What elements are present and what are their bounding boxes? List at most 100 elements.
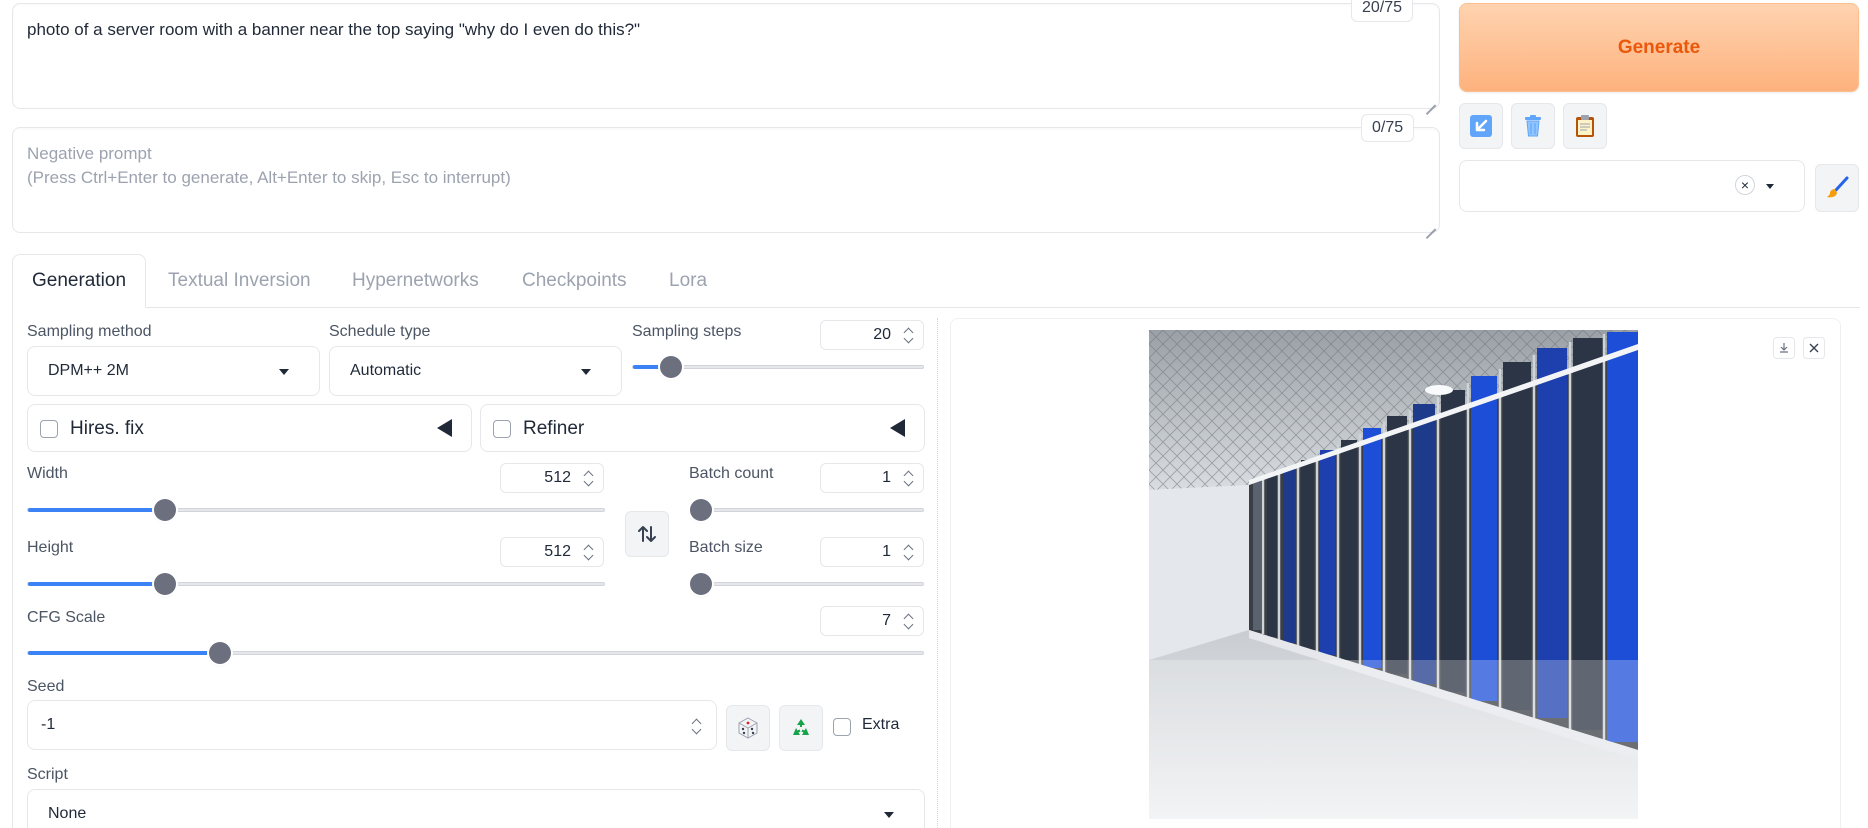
- prompt-textarea[interactable]: photo of a server room with a banner nea…: [12, 3, 1440, 109]
- refiner-checkbox[interactable]: [493, 420, 511, 438]
- sampling-steps-value: 20: [873, 326, 891, 343]
- batch-count-value: 1: [882, 469, 891, 486]
- trash-icon: [1525, 115, 1541, 137]
- tab-checkpoints[interactable]: Checkpoints: [522, 254, 627, 308]
- panel-divider: [937, 318, 938, 828]
- edit-styles-button[interactable]: [1815, 164, 1859, 212]
- sampling-steps-label: Sampling steps: [632, 323, 742, 340]
- sampling-method-dropdown[interactable]: DPM++ 2M: [27, 346, 320, 396]
- hires-fix-accordion[interactable]: Hires. fix: [27, 404, 472, 452]
- negative-prompt-placeholder-line2: (Press Ctrl+Enter to generate, Alt+Enter…: [27, 168, 511, 187]
- slider-handle[interactable]: [154, 499, 176, 521]
- seed-label: Seed: [27, 678, 65, 695]
- slider-handle[interactable]: [690, 499, 712, 521]
- close-icon: [1809, 343, 1819, 353]
- swap-arrows-icon: [638, 526, 656, 542]
- script-dropdown[interactable]: None: [27, 789, 925, 828]
- paintbrush-icon: [1827, 176, 1849, 198]
- stepper-arrows-icon[interactable]: [692, 718, 702, 734]
- cfg-scale-input[interactable]: 7: [820, 606, 924, 636]
- close-button[interactable]: [1803, 337, 1825, 359]
- sampling-method-value: DPM++ 2M: [48, 362, 129, 379]
- hires-fix-checkbox[interactable]: [40, 420, 58, 438]
- seed-value: -1: [41, 716, 56, 733]
- negative-prompt-placeholder-line1: Negative prompt: [27, 144, 152, 163]
- arrow-down-left-icon: [1470, 115, 1492, 137]
- paste-styles-button[interactable]: [1563, 103, 1607, 149]
- stepper-arrows-icon[interactable]: [904, 470, 914, 486]
- prompt-text: photo of a server room with a banner nea…: [27, 20, 641, 39]
- width-value: 512: [544, 469, 571, 486]
- chevron-down-icon: [1766, 184, 1774, 189]
- width-label: Width: [27, 465, 68, 482]
- download-button[interactable]: [1773, 337, 1795, 359]
- sampling-steps-input[interactable]: 20: [820, 320, 924, 350]
- read-params-button[interactable]: [1459, 103, 1503, 149]
- tab-lora[interactable]: Lora: [669, 254, 707, 308]
- generated-image[interactable]: [1149, 330, 1638, 819]
- swap-dimensions-button[interactable]: [625, 511, 669, 557]
- seed-input[interactable]: -1: [27, 700, 717, 750]
- chevron-down-icon: [884, 812, 894, 818]
- clear-prompt-button[interactable]: [1511, 103, 1555, 149]
- slider-handle[interactable]: [154, 573, 176, 595]
- width-input[interactable]: 512: [500, 463, 604, 493]
- stepper-arrows-icon[interactable]: [904, 613, 914, 629]
- schedule-type-value: Automatic: [350, 362, 422, 379]
- slider-handle[interactable]: [690, 573, 712, 595]
- resize-grip-icon[interactable]: [1425, 218, 1437, 230]
- batch-count-label: Batch count: [689, 465, 774, 482]
- batch-size-slider[interactable]: [689, 573, 924, 595]
- extra-label: Extra: [862, 716, 900, 733]
- slider-fill: [28, 508, 165, 512]
- height-value: 512: [544, 543, 571, 560]
- chevron-down-icon: [279, 369, 289, 375]
- clipboard-icon: [1576, 115, 1594, 137]
- slider-handle[interactable]: [209, 642, 231, 664]
- collapse-arrow-icon[interactable]: [437, 419, 452, 437]
- generate-button[interactable]: Generate: [1459, 3, 1859, 92]
- cfg-scale-value: 7: [882, 612, 891, 629]
- sampling-steps-slider[interactable]: [632, 356, 924, 378]
- width-slider[interactable]: [27, 499, 605, 521]
- height-label: Height: [27, 539, 74, 556]
- script-value: None: [48, 805, 87, 822]
- stepper-arrows-icon[interactable]: [904, 544, 914, 560]
- schedule-type-label: Schedule type: [329, 323, 431, 340]
- height-slider[interactable]: [27, 573, 605, 595]
- resize-grip-icon[interactable]: [1425, 94, 1437, 106]
- negative-prompt-token-counter: 0/75: [1361, 114, 1415, 142]
- dice-icon: [738, 717, 758, 739]
- chevron-down-icon: [581, 369, 591, 375]
- cfg-scale-slider[interactable]: [27, 642, 924, 664]
- collapse-arrow-icon[interactable]: [890, 419, 905, 437]
- batch-count-slider[interactable]: [689, 499, 924, 521]
- reuse-seed-button[interactable]: [779, 705, 823, 751]
- height-input[interactable]: 512: [500, 537, 604, 567]
- slider-fill: [28, 651, 220, 655]
- extra-checkbox[interactable]: [833, 718, 851, 736]
- batch-size-input[interactable]: 1: [820, 537, 924, 567]
- download-icon: [1780, 343, 1788, 353]
- prompt-token-counter: 20/75: [1351, 0, 1414, 22]
- stepper-arrows-icon[interactable]: [904, 327, 914, 343]
- styles-dropdown[interactable]: ×: [1459, 160, 1805, 212]
- batch-size-value: 1: [882, 543, 891, 560]
- hires-fix-label: Hires. fix: [70, 418, 144, 439]
- clear-icon[interactable]: ×: [1735, 175, 1755, 195]
- batch-size-label: Batch size: [689, 539, 763, 556]
- stepper-arrows-icon[interactable]: [584, 544, 594, 560]
- schedule-type-dropdown[interactable]: Automatic: [329, 346, 622, 396]
- random-seed-button[interactable]: [726, 705, 770, 751]
- slider-handle[interactable]: [660, 356, 682, 378]
- refiner-label: Refiner: [523, 418, 585, 439]
- tab-textual-inversion[interactable]: Textual Inversion: [168, 254, 311, 308]
- stepper-arrows-icon[interactable]: [584, 470, 594, 486]
- batch-count-input[interactable]: 1: [820, 463, 924, 493]
- script-label: Script: [27, 766, 68, 783]
- negative-prompt-textarea[interactable]: Negative prompt (Press Ctrl+Enter to gen…: [12, 127, 1440, 233]
- recycle-icon: [793, 719, 809, 735]
- tab-generation[interactable]: Generation: [12, 254, 146, 308]
- refiner-accordion[interactable]: Refiner: [480, 404, 925, 452]
- tab-hypernetworks[interactable]: Hypernetworks: [352, 254, 479, 308]
